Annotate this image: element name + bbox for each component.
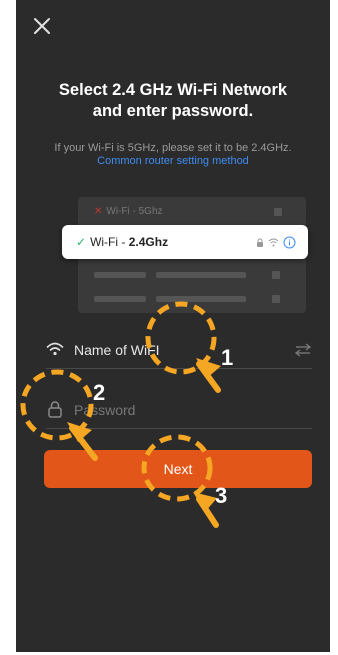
password-placeholder: Password: [74, 402, 136, 418]
lock-icon: [48, 401, 62, 418]
switch-network-icon[interactable]: [294, 342, 312, 358]
title-line-1: Select 2.4 GHz Wi-Fi Network: [58, 81, 288, 99]
wifi-small-icon: [268, 238, 279, 246]
placeholder-bar: [94, 296, 146, 302]
placeholder-icon: [272, 295, 280, 303]
router-help-link[interactable]: Common router setting method: [16, 154, 330, 168]
placeholder-icon: [272, 271, 280, 279]
wifi-name-field[interactable]: Name of WiFI: [46, 331, 312, 369]
title-line-2: and enter password.: [92, 102, 254, 120]
illustration-24ghz-band: 2.4Ghz: [128, 235, 169, 249]
wifi-name-value: Name of WiFI: [74, 342, 160, 358]
lock-small-icon: [257, 238, 263, 247]
password-field[interactable]: Password: [46, 391, 312, 429]
band-hint: If your Wi-Fi is 5GHz, please set it to …: [54, 142, 292, 154]
phone-screen: Select 2.4 GHz Wi-Fi Network and enter p…: [16, 0, 330, 652]
next-button[interactable]: Next: [44, 450, 312, 488]
placeholder-bar: [94, 272, 146, 278]
info-icon: [283, 236, 296, 248]
illustration-5ghz-row: ✕ Wi-Fi - 5Ghz: [94, 205, 294, 219]
page-title: Select 2.4 GHz Wi-Fi Network and enter p…: [16, 80, 330, 122]
placeholder-bar: [156, 272, 246, 278]
wifi-icon: [46, 342, 64, 356]
check-icon: ✓: [76, 235, 87, 249]
close-button[interactable]: [32, 16, 52, 36]
illustration-24ghz-card: ✓ Wi-Fi - 2.4Ghz: [62, 225, 308, 259]
illustration-5ghz-label: Wi-Fi - 5Ghz: [106, 206, 163, 217]
close-icon: [34, 18, 50, 34]
placeholder-icon: [274, 208, 282, 216]
placeholder-bar: [156, 296, 246, 302]
cross-icon: ✕: [94, 206, 103, 217]
card-status-icons: [256, 225, 296, 259]
illustration-24ghz-prefix: Wi-Fi -: [90, 235, 129, 249]
